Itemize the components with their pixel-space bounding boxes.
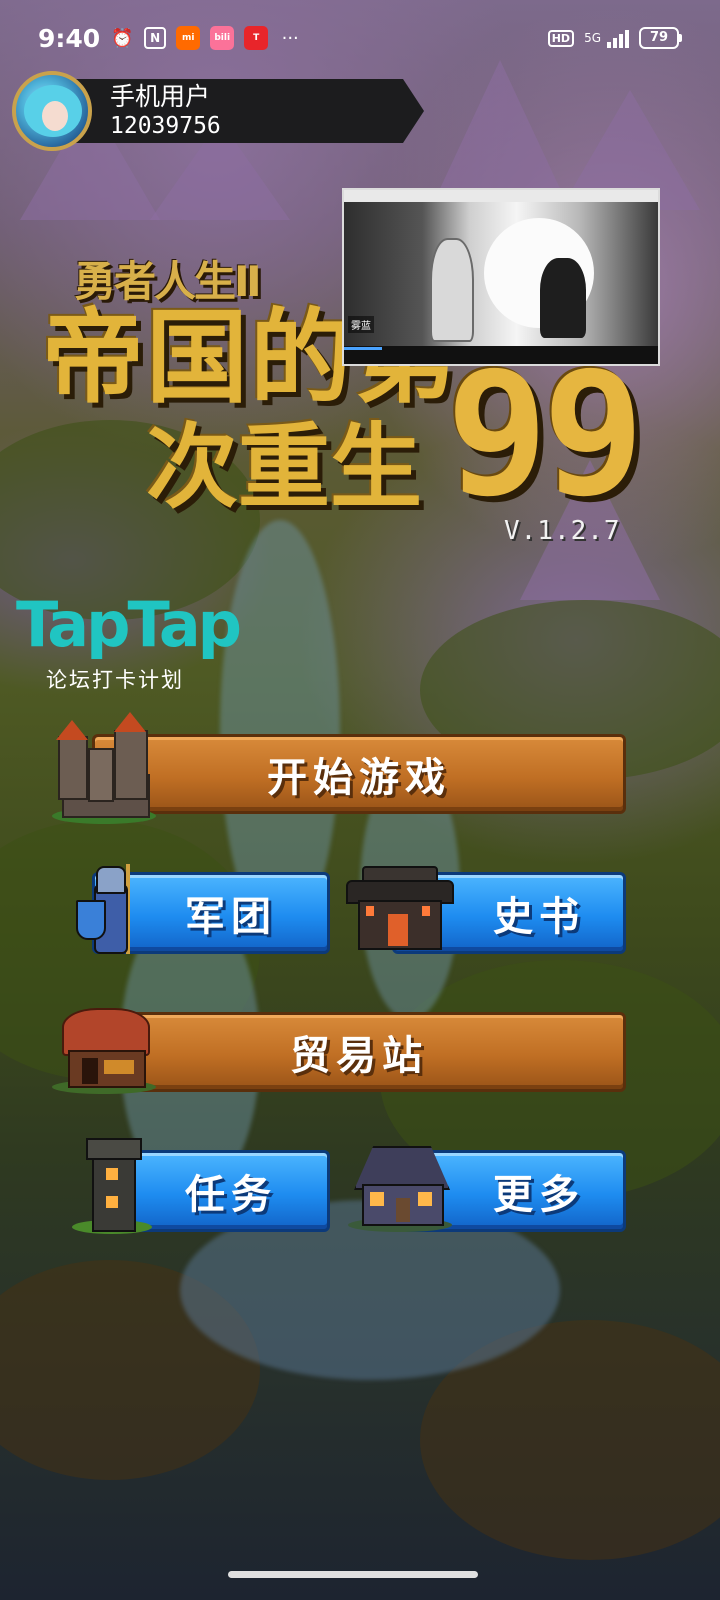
start-game-label: 开始游戏 bbox=[267, 755, 451, 801]
taptap-subtitle[interactable]: 论坛打卡计划 bbox=[46, 664, 184, 694]
bilibili-app-icon: bili bbox=[210, 26, 235, 50]
house-icon bbox=[348, 1140, 452, 1236]
more-icon: ··· bbox=[281, 27, 299, 49]
more-label: 更多 bbox=[493, 1172, 585, 1218]
trade-station-label: 贸易站 bbox=[290, 1033, 428, 1079]
knight-icon bbox=[72, 864, 136, 964]
status-time: 9:40 bbox=[38, 23, 101, 53]
player-profile[interactable]: 手机用户 12039756 bbox=[12, 70, 424, 152]
temple-icon bbox=[346, 866, 454, 962]
network-type: 5G bbox=[584, 31, 601, 45]
start-game-button[interactable]: 开始游戏 bbox=[92, 734, 626, 814]
tmall-app-icon: T bbox=[244, 26, 269, 50]
status-bar: 9:40 ⏰ N mi bili T ··· HD 5G 79 bbox=[0, 0, 720, 76]
video-pip-overlay[interactable]: 雾蓝 bbox=[342, 188, 660, 366]
tower-icon bbox=[72, 1138, 152, 1238]
game-title-line2: 次重生 bbox=[146, 414, 423, 521]
alarm-icon: ⏰ bbox=[110, 27, 134, 49]
video-frame bbox=[344, 202, 658, 346]
quest-label: 任务 bbox=[185, 1172, 277, 1218]
battery-icon: 79 bbox=[639, 27, 682, 49]
history-book-label: 史书 bbox=[493, 894, 585, 940]
taptap-logo[interactable]: TapTap bbox=[16, 592, 242, 658]
nfc-icon: N bbox=[144, 27, 167, 49]
player-id: 12039756 bbox=[110, 113, 221, 139]
legion-label: 军团 bbox=[185, 894, 277, 940]
profile-plate: 手机用户 12039756 bbox=[74, 79, 424, 143]
player-name: 手机用户 bbox=[110, 82, 211, 111]
video-progress-bar bbox=[344, 347, 382, 350]
mi-app-icon: mi bbox=[176, 26, 201, 50]
home-indicator[interactable] bbox=[228, 1571, 478, 1578]
hd-badge: HD bbox=[547, 29, 575, 47]
signal-icon bbox=[607, 28, 629, 48]
castle-icon bbox=[52, 712, 156, 828]
avatar[interactable] bbox=[12, 71, 92, 151]
game-title-number: 99 bbox=[446, 336, 645, 534]
version-label: V.1.2.7 bbox=[504, 516, 621, 546]
video-caption: 雾蓝 bbox=[348, 316, 374, 333]
market-stall-icon bbox=[52, 1004, 156, 1098]
battery-level: 79 bbox=[639, 27, 679, 49]
trade-station-button[interactable]: 贸易站 bbox=[92, 1012, 626, 1092]
